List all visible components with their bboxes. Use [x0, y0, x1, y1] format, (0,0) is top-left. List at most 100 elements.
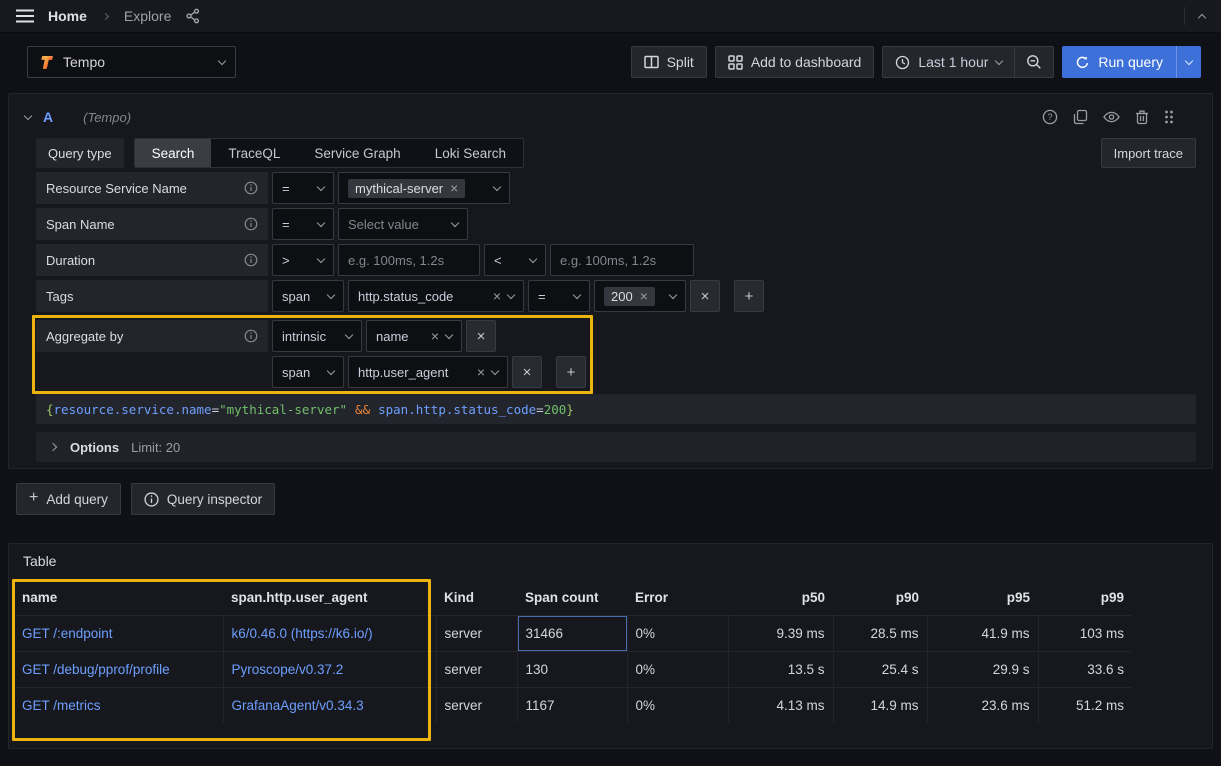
tag-scope-select[interactable]: span	[272, 280, 344, 312]
name-link[interactable]: GET /:endpoint	[14, 615, 223, 651]
span-name-value-select[interactable]: Select value	[338, 208, 468, 240]
p50-cell: 9.39 ms	[728, 615, 833, 651]
service-name-operator-select[interactable]: =	[272, 172, 334, 204]
zoom-out-icon	[1026, 54, 1042, 70]
span-name-label: Span Name	[46, 217, 115, 232]
aggregate-field-select[interactable]: name ×	[366, 320, 462, 352]
select-placeholder: Select value	[348, 217, 419, 232]
query-ref-id[interactable]: A	[43, 109, 53, 125]
column-header-p95[interactable]: p95	[927, 581, 1038, 615]
share-icon[interactable]	[185, 8, 201, 24]
aggregate-field-select[interactable]: http.user_agent ×	[348, 356, 508, 388]
tab-loki-search[interactable]: Loki Search	[418, 139, 523, 167]
info-icon[interactable]	[244, 181, 258, 195]
run-query-button[interactable]: Run query	[1062, 46, 1176, 78]
tag-operator-select[interactable]: =	[528, 280, 590, 312]
column-header-p50[interactable]: p50	[728, 581, 833, 615]
import-trace-button[interactable]: Import trace	[1101, 138, 1196, 168]
collapse-nav-icon[interactable]	[1198, 13, 1206, 21]
remove-tag-filter-button[interactable]: ×	[690, 280, 720, 312]
aggregate-row-1: intrinsic name × ×	[272, 320, 586, 352]
p99-cell: 51.2 ms	[1038, 687, 1132, 723]
info-circle-icon	[144, 492, 159, 507]
aggregate-scope-select[interactable]: intrinsic	[272, 320, 362, 352]
run-query-options-button[interactable]	[1176, 46, 1201, 78]
operator-value: =	[538, 289, 546, 304]
column-header-p99[interactable]: p99	[1038, 581, 1132, 615]
time-range-label: Last 1 hour	[918, 54, 988, 70]
drag-handle-icon[interactable]	[1164, 109, 1174, 125]
remove-query-icon[interactable]	[1135, 109, 1149, 125]
column-header-span-count[interactable]: Span count	[517, 581, 627, 615]
add-tag-filter-button[interactable]: +	[734, 280, 764, 312]
remove-value-icon[interactable]: ×	[640, 289, 648, 303]
tag-name-select[interactable]: http.status_code ×	[348, 280, 524, 312]
explore-actions: + Add query Query inspector	[16, 483, 1221, 515]
help-icon[interactable]: ?	[1042, 109, 1058, 125]
split-button[interactable]: Split	[631, 46, 707, 78]
nav-divider	[1184, 7, 1185, 25]
user-agent-link[interactable]: GrafanaAgent/v0.34.3	[223, 687, 436, 723]
table-panel: Table name span.http.user_agent Kind Spa…	[8, 543, 1213, 749]
add-query-button[interactable]: + Add query	[16, 483, 121, 515]
clear-field-icon[interactable]: ×	[431, 329, 439, 343]
span-name-row: Span Name = Select value	[36, 208, 1196, 240]
datasource-picker[interactable]: Tempo	[27, 46, 236, 78]
breadcrumb-explore[interactable]: Explore	[124, 8, 171, 24]
name-link[interactable]: GET /metrics	[14, 687, 223, 723]
query-editor-panel: A (Tempo) ? Query type Search TraceQL Se…	[8, 93, 1213, 469]
aggregate-by-label: Aggregate by	[46, 329, 123, 344]
traceql-brace: }	[566, 402, 574, 417]
table-row: GET /:endpoint k6/0.46.0 (https://k6.io/…	[14, 615, 1132, 651]
column-header-user-agent[interactable]: span.http.user_agent	[223, 581, 436, 615]
menu-icon[interactable]	[16, 9, 34, 23]
chevron-down-icon	[327, 290, 335, 298]
traceql-operator: =	[536, 402, 544, 417]
p95-cell: 23.6 ms	[927, 687, 1038, 723]
add-to-dashboard-button[interactable]: Add to dashboard	[715, 46, 875, 78]
column-header-error[interactable]: Error	[627, 581, 728, 615]
service-name-value-select[interactable]: mythical-server ×	[338, 172, 510, 204]
aggregate-scope-select[interactable]: span	[272, 356, 344, 388]
column-header-name[interactable]: name	[14, 581, 223, 615]
query-inspector-button[interactable]: Query inspector	[131, 483, 275, 515]
info-icon[interactable]	[244, 329, 258, 343]
tag-value-select[interactable]: 200 ×	[594, 280, 686, 312]
tab-search[interactable]: Search	[135, 139, 212, 167]
remove-aggregate-button[interactable]: ×	[512, 356, 542, 388]
time-range-picker[interactable]: Last 1 hour	[883, 47, 1014, 77]
span-name-operator-select[interactable]: =	[272, 208, 334, 240]
name-link[interactable]: GET /debug/pprof/profile	[14, 651, 223, 687]
p90-cell: 25.4 s	[833, 651, 927, 687]
user-agent-link[interactable]: k6/0.46.0 (https://k6.io/)	[223, 615, 436, 651]
duration-min-input[interactable]	[338, 244, 480, 276]
toggle-visibility-icon[interactable]	[1103, 110, 1120, 124]
info-icon[interactable]	[244, 217, 258, 231]
chevron-down-icon	[573, 290, 581, 298]
breadcrumb-home[interactable]: Home	[48, 8, 87, 24]
tab-traceql[interactable]: TraceQL	[211, 139, 297, 167]
add-aggregate-button[interactable]: +	[556, 356, 586, 388]
column-header-kind[interactable]: Kind	[436, 581, 517, 615]
tab-service-graph[interactable]: Service Graph	[297, 139, 417, 167]
remove-value-icon[interactable]: ×	[450, 181, 458, 195]
chevron-down-icon	[451, 218, 459, 226]
zoom-out-time-button[interactable]	[1014, 47, 1053, 77]
options-collapse-row[interactable]: Options Limit: 20	[36, 432, 1196, 462]
field-value: name	[376, 329, 409, 344]
clear-tag-icon[interactable]: ×	[493, 289, 501, 303]
user-agent-link[interactable]: Pyroscope/v0.37.2	[223, 651, 436, 687]
query-type-label: Query type	[36, 138, 124, 168]
duration-min-operator-select[interactable]: >	[272, 244, 334, 276]
info-icon[interactable]	[244, 253, 258, 267]
service-name-label: Resource Service Name	[46, 181, 187, 196]
column-header-p90[interactable]: p90	[833, 581, 927, 615]
collapse-query-icon[interactable]	[24, 111, 32, 119]
duplicate-query-icon[interactable]	[1073, 109, 1088, 125]
traceql-value: "mythical-server"	[219, 402, 347, 417]
query-type-tabs: Search TraceQL Service Graph Loki Search	[134, 138, 524, 168]
clear-field-icon[interactable]: ×	[477, 365, 485, 379]
duration-max-input[interactable]	[550, 244, 694, 276]
duration-max-operator-select[interactable]: <	[484, 244, 546, 276]
remove-aggregate-button[interactable]: ×	[466, 320, 496, 352]
